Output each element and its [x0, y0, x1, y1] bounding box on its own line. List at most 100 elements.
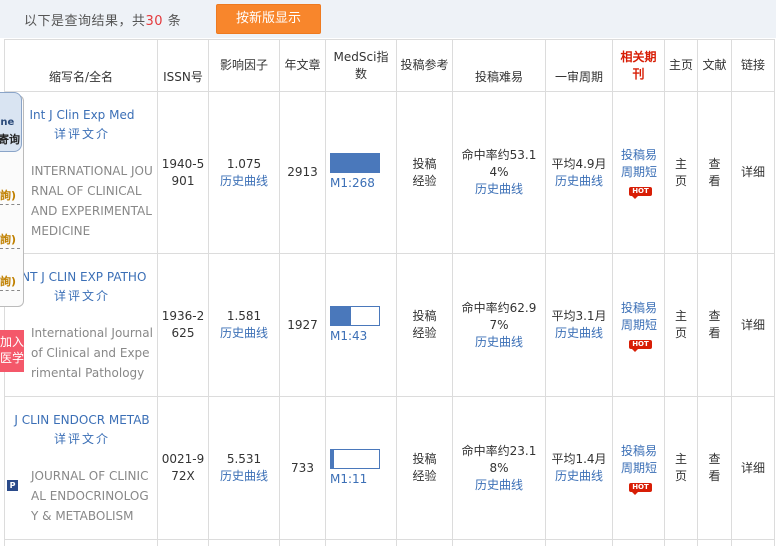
table-row: J CLIN ENDOCR METAB 详评文介 P JOURNAL OF CLINI… — [4, 396, 775, 540]
medsci-bar-fill — [331, 306, 352, 325]
journal-name-cell: INT J CLIN EXP PATHO 详评文介 International Jo… — [4, 253, 158, 397]
articles-cell: 1927 — [279, 253, 326, 397]
sidebar-item-2[interactable]: 詢) — [0, 231, 24, 249]
journal-results-table: 缩写名/全名 ISSN号 影响因子 年文章 MedSci指数 投稿参考 投稿难易… — [4, 39, 775, 546]
medsci-cell: M1:268 — [325, 91, 397, 254]
related-journals-link[interactable]: 投稿易周期短 — [619, 300, 659, 334]
join-button[interactable]: 加入 医学 — [0, 330, 24, 372]
issn-cell: 1940-5901 — [157, 91, 209, 254]
header-submit-ref: 投稿参考 — [396, 39, 453, 92]
review-history-link[interactable]: 历史曲线 — [548, 173, 610, 190]
review-cell: 平均1.4月 历史曲线 — [545, 396, 613, 540]
sidebar-item-3[interactable]: 詢) — [0, 273, 24, 291]
impact-history-link[interactable]: 历史曲线 — [211, 173, 277, 190]
result-count: 30 — [145, 14, 164, 29]
hit-rate: 命中率约53.14% — [461, 148, 537, 179]
table-row: INT J CLIN EXP PATHO 详评文介 International Jo… — [4, 253, 775, 397]
medsci-bar — [330, 153, 380, 173]
homepage-link[interactable]: 主页 — [664, 396, 698, 540]
homepage-link[interactable]: 主页 — [664, 253, 698, 397]
journal-name-cell: J CLIN ENDOCR METAB 详评文介 P JOURNAL OF CLINI… — [4, 396, 158, 540]
summary-prefix: 以下是查询结果，共 — [24, 14, 146, 29]
medsci-bar-fill — [331, 154, 379, 172]
header-difficulty: 投稿难易 — [452, 39, 546, 92]
medsci-label: M1:268 — [330, 176, 375, 190]
submit-experience-link[interactable]: 投稿经验 — [396, 253, 453, 397]
sidebar-brand-line2: 寄询 — [0, 133, 20, 146]
submit-experience-link[interactable]: 投稿经验 — [396, 91, 453, 254]
related-journals-link[interactable]: 投稿易周期短 — [619, 443, 659, 477]
result-summary-bar: 以下是查询结果，共30 条 按新版显示 — [0, 0, 776, 38]
articles-cell: 733 — [279, 396, 326, 540]
review-history-link[interactable]: 历史曲线 — [548, 468, 610, 485]
impact-value: 1.581 — [226, 309, 262, 323]
difficulty-history-link[interactable]: 历史曲线 — [455, 181, 543, 198]
header-related: 相关期刊 — [612, 39, 665, 92]
related-cell: 投稿易周期短 HOT — [612, 91, 665, 254]
new-version-button[interactable]: 按新版显示 — [216, 4, 321, 34]
medsci-bar — [330, 448, 380, 469]
medsci-cell: M1:43 — [325, 253, 397, 397]
medsci-label: M1:11 — [330, 471, 368, 486]
pubmed-icon[interactable]: P — [7, 480, 18, 491]
journal-detail-link[interactable]: 详评文介 — [11, 431, 153, 448]
literature-link[interactable]: 查看 — [697, 396, 732, 540]
table-row: Int J Clin Exp Med 详评文介 INTERNATIONAL JOUR… — [4, 91, 775, 254]
result-summary: 以下是查询结果，共30 条 — [24, 10, 181, 29]
detail-link[interactable]: 详细 — [731, 253, 775, 397]
journal-abbr-link[interactable]: INT J CLIN EXP PATHO — [11, 269, 153, 286]
medsci-bar — [330, 305, 380, 326]
review-period: 平均4.9月 — [551, 156, 607, 171]
difficulty-history-link[interactable]: 历史曲线 — [455, 477, 543, 494]
hot-badge: HOT — [629, 482, 652, 495]
medsci-bar-fill — [331, 449, 334, 468]
review-history-link[interactable]: 历史曲线 — [548, 325, 610, 342]
related-cell: 投稿易周期短 HOT — [612, 396, 665, 540]
medsci-cell: M1:11 — [325, 396, 397, 540]
journal-full-name: International Journal of Clinical and Ex… — [31, 326, 153, 380]
detail-link[interactable]: 详细 — [731, 396, 775, 540]
difficulty-cell: 命中率约62.97% 历史曲线 — [452, 253, 546, 397]
hit-rate: 命中率约23.18% — [461, 443, 537, 475]
join-line1: 加入 — [0, 335, 24, 349]
impact-value: 5.531 — [226, 452, 262, 466]
homepage-link[interactable]: 主页 — [664, 91, 698, 254]
medsci-label: M1:43 — [330, 328, 368, 343]
difficulty-history-link[interactable]: 历史曲线 — [455, 334, 543, 351]
literature-link[interactable]: 查看 — [697, 91, 732, 254]
review-cell: 平均4.9月 历史曲线 — [545, 91, 613, 254]
sidebar-brand-line1: ine — [0, 117, 15, 128]
related-cell: 投稿易周期短 HOT — [612, 253, 665, 397]
impact-cell: 5.531 历史曲线 — [208, 396, 280, 540]
impact-history-link[interactable]: 历史曲线 — [211, 468, 277, 485]
table-header-row: 缩写名/全名 ISSN号 影响因子 年文章 MedSci指数 投稿参考 投稿难易… — [4, 39, 775, 92]
summary-suffix: 条 — [167, 14, 182, 29]
header-name: 缩写名/全名 — [4, 39, 158, 92]
articles-cell: 2913 — [279, 91, 326, 254]
literature-link[interactable]: 查看 — [697, 253, 732, 397]
journal-abbr-link[interactable]: J CLIN ENDOCR METAB — [11, 412, 153, 429]
submit-experience-link[interactable]: 投稿经验 — [396, 396, 453, 540]
sidebar-brand[interactable]: ine 寄询 — [0, 92, 22, 152]
header-review: 一审周期 — [545, 39, 613, 92]
header-impact: 影响因子 — [208, 39, 280, 92]
impact-cell: 1.581 历史曲线 — [208, 253, 280, 397]
header-articles: 年文章 — [279, 39, 326, 92]
journal-detail-link[interactable]: 详评文介 — [11, 288, 153, 305]
table-row-partial — [4, 539, 775, 546]
journal-abbr-link[interactable]: Int J Clin Exp Med — [11, 107, 153, 124]
journal-full-name: INTERNATIONAL JOURNAL OF CLINICAL AND EX… — [31, 163, 153, 238]
sidebar-item-1[interactable]: 詢) — [0, 187, 24, 205]
review-period: 平均3.1月 — [551, 309, 607, 323]
difficulty-cell: 命中率约23.18% 历史曲线 — [452, 396, 546, 540]
related-journals-link[interactable]: 投稿易周期短 — [619, 147, 659, 181]
header-medsci: MedSci指数 — [325, 39, 397, 92]
join-line2: 医学 — [0, 351, 24, 365]
impact-history-link[interactable]: 历史曲线 — [211, 325, 277, 342]
journal-detail-link[interactable]: 详评文介 — [11, 126, 153, 143]
journal-full-name: JOURNAL OF CLINICAL ENDOCRINOLOGY & META… — [31, 469, 149, 523]
difficulty-cell: 命中率约53.14% 历史曲线 — [452, 91, 546, 254]
detail-link[interactable]: 详细 — [731, 91, 775, 254]
review-period: 平均1.4月 — [551, 452, 607, 466]
issn-cell: 0021-972X — [157, 396, 209, 540]
